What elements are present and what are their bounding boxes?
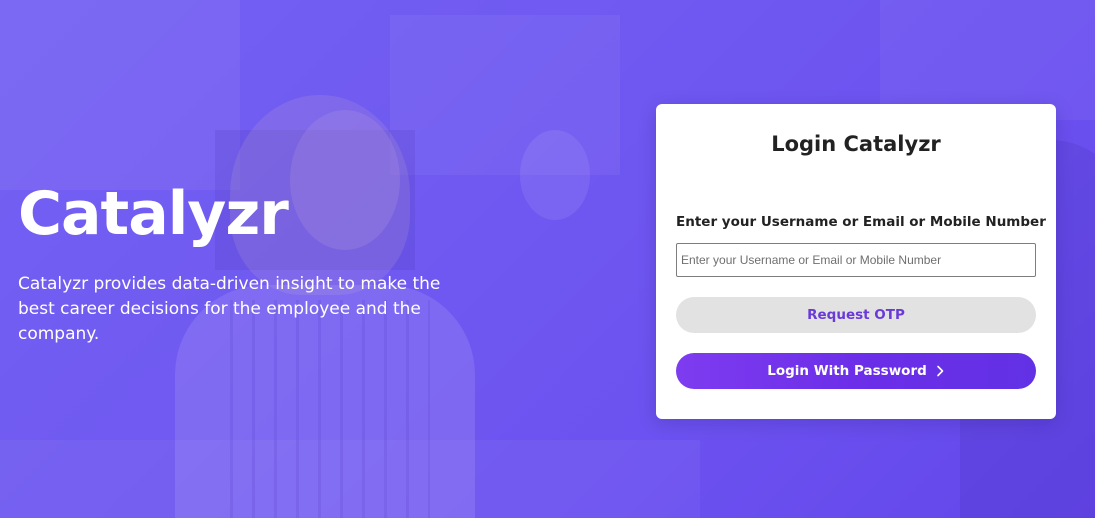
username-input[interactable] <box>676 243 1036 277</box>
login-with-password-button[interactable]: Login With Password <box>676 353 1036 389</box>
login-title: Login Catalyzr <box>771 132 941 156</box>
username-field-label: Enter your Username or Email or Mobile N… <box>676 214 1046 230</box>
request-otp-button[interactable]: Request OTP <box>676 297 1036 333</box>
login-with-password-label: Login With Password <box>767 363 927 379</box>
hero-background: Catalyzr Catalyzr provides data-driven i… <box>0 0 1095 518</box>
chevron-right-icon <box>936 365 944 377</box>
request-otp-label: Request OTP <box>807 307 905 323</box>
login-card: Login Catalyzr Enter your Username or Em… <box>656 104 1056 419</box>
brand-title: Catalyzr <box>18 179 289 249</box>
brand-description: Catalyzr provides data-driven insight to… <box>18 274 441 344</box>
